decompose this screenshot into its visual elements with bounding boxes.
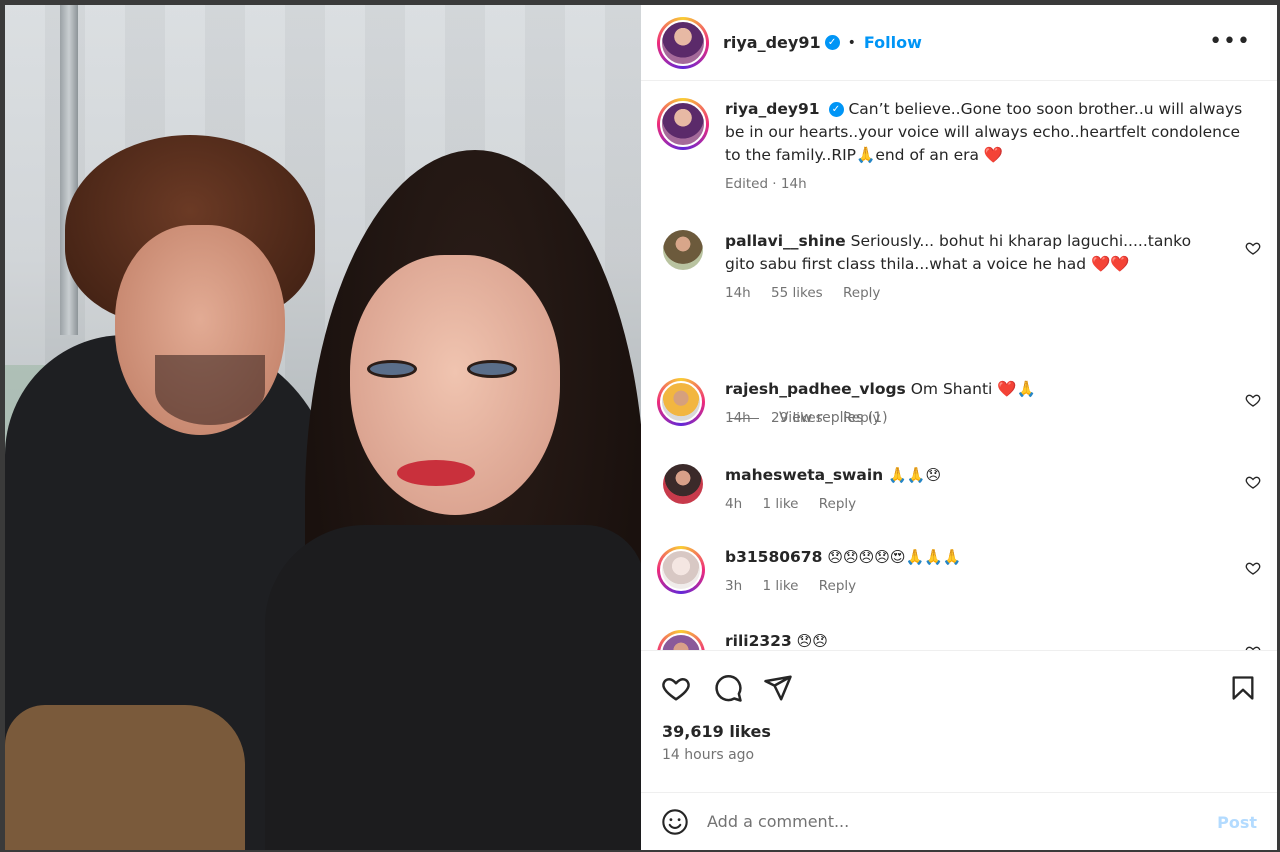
caption-username[interactable]: riya_dey91 xyxy=(725,100,820,118)
post-modal: riya_dey91 ✓ • Follow ••• riya_dey91 ✓ C… xyxy=(0,0,1280,852)
woman-lips xyxy=(397,460,475,486)
author-username[interactable]: riya_dey91 xyxy=(723,33,821,52)
man-beard xyxy=(155,355,265,425)
post-comment-button[interactable]: Post xyxy=(1217,813,1257,832)
man-pants xyxy=(5,705,245,850)
comment-username[interactable]: b31580678 xyxy=(725,548,822,566)
reply-button[interactable]: Reply xyxy=(843,410,880,426)
separator-dot: • xyxy=(847,34,856,51)
more-options-icon[interactable]: ••• xyxy=(1209,29,1251,54)
comment-text: 😞😞 xyxy=(796,632,828,650)
action-icons xyxy=(661,673,1257,703)
comment-username[interactable]: rili2323 xyxy=(725,632,792,650)
reply-button[interactable]: Reply xyxy=(843,285,880,301)
follow-button[interactable]: Follow xyxy=(864,33,922,52)
comments-list[interactable]: riya_dey91 ✓ Can’t believe..Gone too soo… xyxy=(641,82,1277,650)
woman-right-eye xyxy=(467,360,517,378)
like-comment-heart-icon[interactable] xyxy=(1245,240,1261,256)
comment-time: 4h xyxy=(725,496,743,512)
comment-likes[interactable]: 1 like xyxy=(762,578,798,594)
verified-badge-icon: ✓ xyxy=(824,35,840,50)
comment-text: 😞😞😞😞😍🙏🙏🙏 xyxy=(827,548,962,566)
comment-time: 3h xyxy=(725,578,743,594)
like-comment-heart-icon[interactable] xyxy=(1245,560,1261,576)
comment-time: 14h xyxy=(725,410,751,426)
commenter-avatar[interactable] xyxy=(657,378,705,426)
comment-input[interactable] xyxy=(707,812,1177,831)
likes-count[interactable]: 39,619 likes xyxy=(662,722,771,741)
post-header: riya_dey91 ✓ • Follow ••• xyxy=(641,5,1277,81)
caption-meta: Edited · 14h xyxy=(725,176,807,192)
verified-badge-icon: ✓ xyxy=(828,102,844,117)
comment-meta: 14h 55 likes Reply xyxy=(725,282,1221,305)
comment-likes[interactable]: 29 likes xyxy=(771,410,823,426)
add-comment-bar: Post xyxy=(641,792,1277,850)
comment-bubble-icon[interactable] xyxy=(713,673,743,703)
commenter-avatar[interactable] xyxy=(663,464,703,504)
reply-button[interactable]: Reply xyxy=(819,496,856,512)
like-comment-heart-icon[interactable] xyxy=(1245,474,1261,490)
reply-button[interactable]: Reply xyxy=(819,578,856,594)
commenter-avatar[interactable] xyxy=(657,630,705,650)
commenter-avatar[interactable] xyxy=(663,230,703,270)
comment-text: Om Shanti ❤️🙏 xyxy=(910,380,1036,398)
comment-meta: 3h 1 like Reply xyxy=(725,575,1221,598)
comment-time: 14h xyxy=(725,285,751,301)
woman-left-eye xyxy=(367,360,417,378)
post-photo[interactable] xyxy=(5,5,641,850)
comment-username[interactable]: pallavi__shine xyxy=(725,232,846,250)
tent-pole xyxy=(60,5,78,335)
comment-username[interactable]: mahesweta_swain xyxy=(725,466,883,484)
author-avatar[interactable] xyxy=(657,16,709,69)
comment-likes[interactable]: 1 like xyxy=(762,496,798,512)
like-heart-icon[interactable] xyxy=(661,673,691,703)
post-side-panel: riya_dey91 ✓ • Follow ••• riya_dey91 ✓ C… xyxy=(641,5,1277,850)
comment-likes[interactable]: 55 likes xyxy=(771,285,823,301)
caption-avatar[interactable] xyxy=(657,98,709,150)
woman-jacket xyxy=(265,525,641,850)
save-bookmark-icon[interactable] xyxy=(1229,673,1257,703)
like-comment-heart-icon[interactable] xyxy=(1245,392,1261,408)
emoji-picker-icon[interactable] xyxy=(661,808,689,836)
comment-text: 🙏🙏😞 xyxy=(888,466,942,484)
share-paper-plane-icon[interactable] xyxy=(763,673,793,703)
commenter-avatar[interactable] xyxy=(657,546,705,594)
comment-username[interactable]: rajesh_padhee_vlogs xyxy=(725,380,906,398)
post-time-ago: 14 hours ago xyxy=(662,747,755,763)
comment-meta: 14h 29 likes Reply xyxy=(725,407,1221,430)
comment-meta: 4h 1 like Reply xyxy=(725,493,1221,516)
